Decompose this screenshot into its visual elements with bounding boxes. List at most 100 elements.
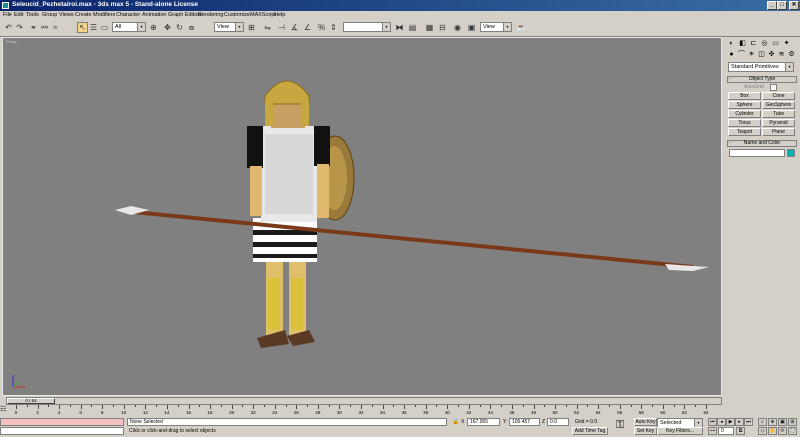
tube-button[interactable]: Tube	[762, 110, 795, 118]
y-coord-field[interactable]: 105.457	[509, 418, 540, 426]
selection-filter-dropdown[interactable]: All ▾	[112, 22, 146, 32]
align-icon[interactable]: ⊣	[276, 22, 287, 33]
schematic-view-icon[interactable]: ⊟	[437, 22, 448, 33]
shapes-icon[interactable]: ⌒	[737, 50, 746, 59]
time-slider[interactable]: 0 / 64	[6, 397, 722, 405]
percent-snap-icon[interactable]: %	[316, 22, 327, 33]
select-scale-icon[interactable]: ⧈	[186, 22, 197, 33]
field-of-view-icon[interactable]: ◇	[758, 427, 767, 435]
create-tab-icon[interactable]: ◐	[727, 39, 736, 48]
zoom-extents-icon[interactable]: ▣	[778, 418, 787, 426]
maxscript-listener-field[interactable]	[0, 418, 124, 426]
cameras-icon[interactable]: ◫	[757, 50, 766, 59]
layer-manager-icon[interactable]: ▤	[407, 22, 418, 33]
maximize-button[interactable]: □	[777, 1, 787, 10]
menu-graph-editors[interactable]: Graph Editors	[168, 12, 202, 18]
menu-file[interactable]: File	[3, 12, 12, 18]
named-selection-sets-dropdown[interactable]: ▾	[343, 22, 391, 32]
zoom-extents-all-icon[interactable]: ⊞	[788, 418, 797, 426]
current-frame-field[interactable]: 0	[718, 427, 734, 435]
torus-button[interactable]: Torus	[728, 119, 761, 127]
menu-maxscript[interactable]: MAXScript	[250, 12, 276, 18]
utilities-tab-icon[interactable]: ✦	[782, 39, 791, 48]
next-frame-icon[interactable]: ▸	[735, 418, 744, 426]
box-button[interactable]: Box	[728, 92, 761, 100]
object-color-swatch[interactable]	[787, 149, 795, 157]
mirror-icon[interactable]: ⇋	[262, 22, 273, 33]
minimize-button[interactable]: _	[767, 1, 777, 10]
mirror-selected-icon[interactable]: ⧓	[394, 22, 405, 33]
go-to-start-icon[interactable]: ⏮	[708, 418, 717, 426]
pan-icon[interactable]: ✋	[768, 427, 777, 435]
menu-help[interactable]: Help	[274, 12, 285, 18]
primitive-category-dropdown[interactable]: Standard Primitives ▾	[728, 62, 794, 72]
select-by-name-icon[interactable]: ☰	[88, 22, 99, 33]
perspective-viewport[interactable]: Persp	[2, 37, 722, 396]
go-to-end-icon[interactable]: ⏭	[744, 418, 753, 426]
key-icon[interactable]: ⚿	[616, 420, 624, 431]
maxscript-output-field[interactable]	[0, 427, 124, 435]
menu-character[interactable]: Character	[116, 12, 140, 18]
menu-tools[interactable]: Tools	[26, 12, 39, 18]
key-filters-button[interactable]: Key Filters...	[657, 427, 703, 435]
teapot-button[interactable]: Teapot	[728, 128, 761, 136]
play-icon[interactable]: ▶	[726, 418, 735, 426]
menu-customize[interactable]: Customize	[224, 12, 250, 18]
select-object-icon[interactable]: ↖	[77, 22, 88, 33]
cylinder-button[interactable]: Cylinder	[728, 110, 761, 118]
unlink-icon[interactable]: ⚯	[39, 22, 50, 33]
z-coord-field[interactable]: 0.0	[547, 418, 569, 426]
cone-button[interactable]: Cone	[762, 92, 795, 100]
plane-button[interactable]: Plane	[762, 128, 795, 136]
geosphere-button[interactable]: GeoSphere	[762, 101, 795, 109]
motion-tab-icon[interactable]: ◎	[760, 39, 769, 48]
undo-icon[interactable]: ↶	[3, 22, 14, 33]
menu-modifiers[interactable]: Modifiers	[93, 12, 115, 18]
select-rotate-icon[interactable]: ↻	[174, 22, 185, 33]
menu-edit[interactable]: Edit	[14, 12, 23, 18]
angle-snap-icon[interactable]: ∠	[302, 22, 313, 33]
autogrid-checkbox[interactable]	[770, 84, 777, 91]
snap-3d-icon[interactable]: ∡	[289, 22, 300, 33]
redo-icon[interactable]: ↷	[14, 22, 25, 33]
space-warps-icon[interactable]: ≋	[777, 50, 786, 59]
auto-key-button[interactable]: Auto Key	[634, 418, 657, 426]
menu-rendering[interactable]: Rendering	[198, 12, 223, 18]
key-mode-toggle-icon[interactable]: ⊶	[708, 427, 717, 435]
reference-coordinate-dropdown[interactable]: View ▾	[214, 22, 244, 32]
display-tab-icon[interactable]: ▭	[771, 39, 780, 48]
region-select-icon[interactable]: ▭	[99, 22, 110, 33]
systems-icon[interactable]: ⚙	[787, 50, 796, 59]
pivot-center-icon[interactable]: ⊞	[246, 22, 257, 33]
menu-create[interactable]: Create	[75, 12, 92, 18]
maximize-viewport-icon[interactable]: ⛶	[788, 427, 797, 435]
helpers-icon[interactable]: ✜	[767, 50, 776, 59]
spinner-snap-icon[interactable]: ⇕	[328, 22, 339, 33]
add-time-tag-button[interactable]: Add Time Tag	[572, 427, 608, 435]
bind-space-warp-icon[interactable]: ≈	[50, 22, 61, 33]
lights-icon[interactable]: ☀	[747, 50, 756, 59]
menu-views[interactable]: Views	[59, 12, 74, 18]
name-and-color-rollout[interactable]: - Name and Color	[727, 140, 797, 147]
set-key-button[interactable]: Set Key	[634, 427, 657, 435]
x-coord-field[interactable]: 167.955	[467, 418, 500, 426]
arc-rotate-icon[interactable]: ⟳	[778, 427, 787, 435]
previous-frame-icon[interactable]: ◂	[717, 418, 726, 426]
geometry-icon[interactable]: ●	[727, 50, 736, 59]
time-slider-knob[interactable]: 0 / 64	[7, 398, 55, 404]
select-move-icon[interactable]: ✥	[162, 22, 173, 33]
material-editor-icon[interactable]: ◉	[452, 22, 463, 33]
track-bar[interactable]: 0 2 4 6 8 10 12 14 16 18 20 22 24 26 28 30 32 34 36 38 40 42 4…	[6, 405, 716, 417]
object-type-rollout[interactable]: - Object Type	[727, 76, 797, 83]
hierarchy-tab-icon[interactable]: ⊏	[749, 39, 758, 48]
object-name-input[interactable]	[729, 149, 785, 157]
modify-tab-icon[interactable]: ◧	[738, 39, 747, 48]
quick-render-icon[interactable]: ☕	[515, 22, 526, 33]
select-and-manipulate-icon[interactable]: ⊕	[148, 22, 159, 33]
menu-animation[interactable]: Animation	[142, 12, 166, 18]
pyramid-button[interactable]: Pyramid	[762, 119, 795, 127]
select-link-icon[interactable]: ⚭	[28, 22, 39, 33]
time-configuration-icon[interactable]: ⧉	[736, 427, 745, 435]
render-scene-icon[interactable]: ▣	[466, 22, 477, 33]
zoom-all-icon[interactable]: ⊕	[768, 418, 777, 426]
